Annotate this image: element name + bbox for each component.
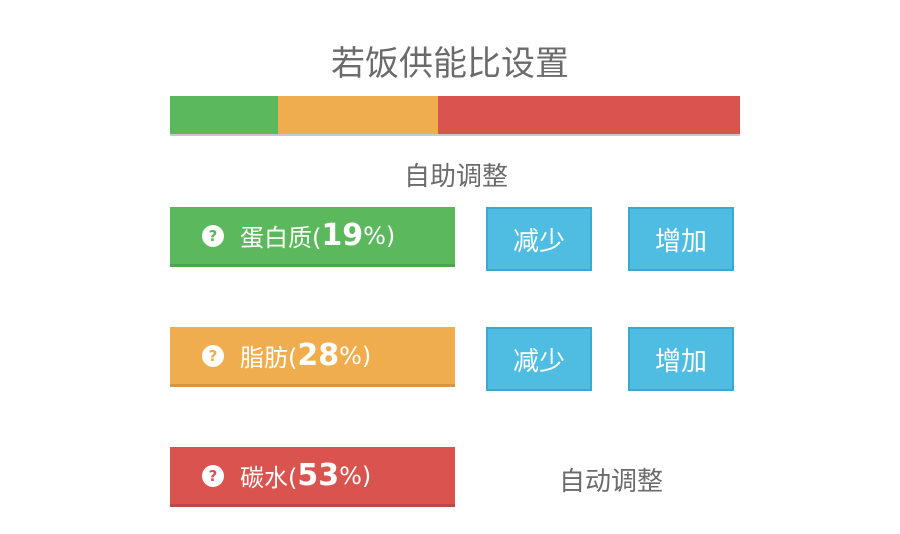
nutrient-percent: 53	[297, 458, 340, 493]
protein-label-block: ? 蛋白质(19%)	[170, 207, 455, 267]
auto-adjust-label: 自动调整	[558, 467, 663, 497]
nutrient-percent: 28	[297, 338, 340, 373]
protein-decrease-button[interactable]: 减少	[486, 207, 592, 271]
section-subtitle: 自助调整	[403, 162, 508, 192]
fat-label-block: ? 脂肪(28%)	[170, 327, 455, 387]
ratio-segment-protein	[170, 96, 279, 134]
energy-ratio-bar	[170, 96, 740, 136]
help-icon[interactable]: ?	[202, 344, 224, 367]
nutrient-label: 蛋白质(	[240, 224, 322, 252]
page-title: 若饭供能比设置	[331, 44, 569, 84]
nutrient-label: 碳水(	[240, 464, 298, 492]
ratio-segment-carbs	[437, 96, 740, 134]
percent-suffix: %)	[339, 461, 372, 490]
carbs-label-block: ? 碳水(53%)	[170, 447, 455, 507]
fat-increase-button[interactable]: 增加	[628, 327, 734, 391]
carbs-row: ? 碳水(53%) 自动调整	[170, 447, 740, 511]
nutrient-label: 脂肪(	[240, 344, 298, 372]
percent-suffix: %)	[363, 221, 396, 250]
ratio-segment-fat	[278, 96, 438, 134]
percent-suffix: %)	[339, 341, 372, 370]
help-icon[interactable]: ?	[202, 224, 224, 247]
fat-row: ? 脂肪(28%) 减少 增加	[170, 327, 740, 391]
help-icon[interactable]: ?	[202, 464, 224, 487]
protein-increase-button[interactable]: 增加	[628, 207, 734, 271]
nutrient-percent: 19	[321, 218, 364, 253]
protein-row: ? 蛋白质(19%) 减少 增加	[170, 207, 740, 271]
fat-decrease-button[interactable]: 减少	[486, 327, 592, 391]
